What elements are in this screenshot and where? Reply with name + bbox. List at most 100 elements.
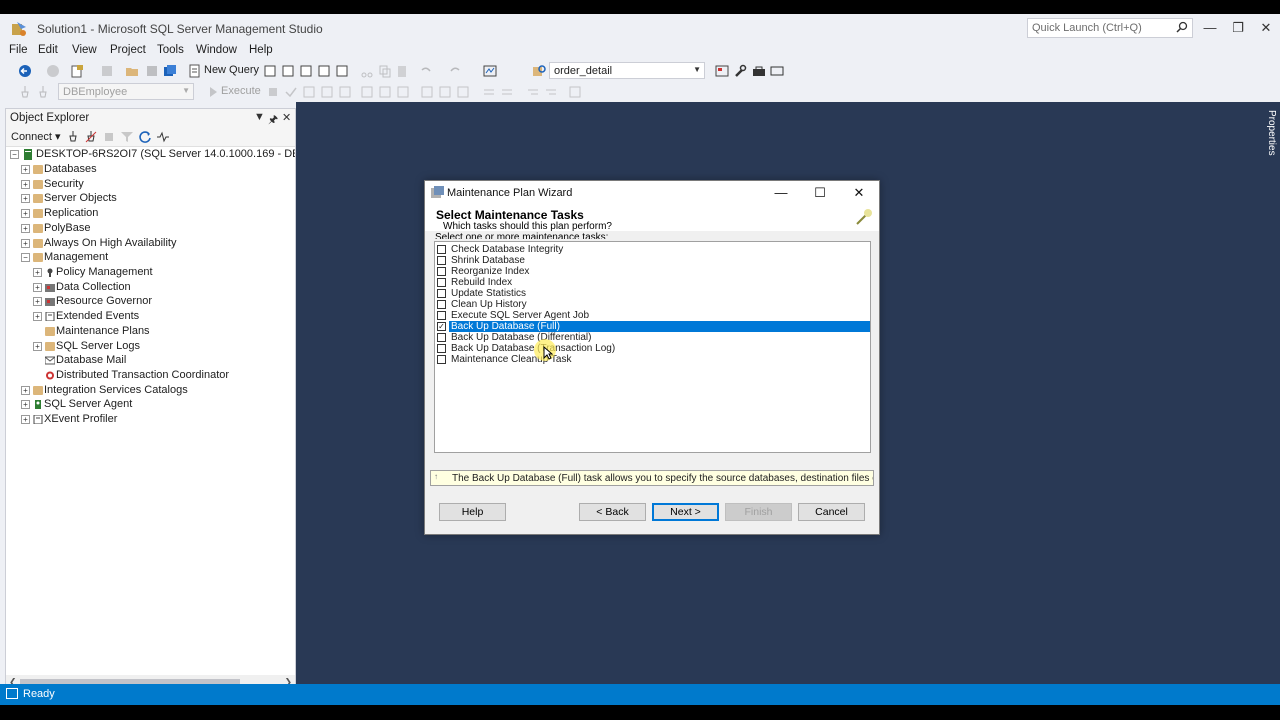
expand-icon[interactable]: +: [33, 283, 42, 292]
results-to-grid-icon[interactable]: [438, 85, 452, 99]
panel-menu-icon[interactable]: ▼: [254, 111, 265, 123]
cut-icon[interactable]: [360, 64, 374, 78]
help-button[interactable]: Help: [439, 503, 506, 521]
task-checkbox[interactable]: [437, 289, 446, 298]
task-item[interactable]: Maintenance Cleanup Task: [435, 354, 870, 365]
available-databases-combo[interactable]: DBEmployee ▼: [58, 83, 194, 100]
dialog-minimize-button[interactable]: —: [771, 184, 791, 202]
expand-icon[interactable]: +: [21, 224, 30, 233]
quick-launch-input[interactable]: Quick Launch (Ctrl+Q): [1027, 18, 1193, 38]
dmx-query-icon[interactable]: [299, 64, 313, 78]
expand-icon[interactable]: +: [33, 342, 42, 351]
task-item[interactable]: Back Up Database (Transaction Log): [435, 343, 870, 354]
save-all-icon[interactable]: [163, 64, 177, 78]
results-to-file-icon[interactable]: [456, 85, 470, 99]
expand-icon[interactable]: +: [21, 239, 30, 248]
expand-icon[interactable]: +: [21, 415, 30, 424]
back-icon[interactable]: [18, 64, 32, 78]
database-engine-query-icon[interactable]: [263, 64, 277, 78]
activity-monitor-icon[interactable]: [483, 64, 497, 78]
task-item[interactable]: Update Statistics: [435, 288, 870, 299]
task-item[interactable]: Rebuild Index: [435, 277, 870, 288]
task-item[interactable]: Shrink Database: [435, 255, 870, 266]
menu-edit[interactable]: Edit: [38, 44, 58, 56]
task-checkbox[interactable]: [437, 344, 446, 353]
new-query-button[interactable]: New Query: [204, 64, 259, 76]
expand-icon[interactable]: +: [21, 194, 30, 203]
live-stats-icon[interactable]: [378, 85, 392, 99]
dialog-maximize-button[interactable]: ☐: [810, 184, 830, 202]
results-to-text-icon[interactable]: [420, 85, 434, 99]
collapse-icon[interactable]: −: [21, 253, 30, 262]
solution-configuration-combo[interactable]: order_detail ▼: [549, 62, 705, 79]
task-item[interactable]: ✓ Back Up Database (Full): [435, 321, 870, 332]
task-checkbox[interactable]: [437, 245, 446, 254]
close-button[interactable]: ✕: [1256, 19, 1276, 37]
uncomment-icon[interactable]: [500, 85, 514, 99]
refresh-icon[interactable]: [138, 130, 152, 144]
task-item[interactable]: Execute SQL Server Agent Job: [435, 310, 870, 321]
maintenance-task-list[interactable]: Check Database Integrity Shrink Database R…: [434, 241, 871, 453]
expand-icon[interactable]: +: [21, 180, 30, 189]
comment-icon[interactable]: [482, 85, 496, 99]
copy-icon[interactable]: [378, 64, 392, 78]
minimize-button[interactable]: —: [1200, 19, 1220, 37]
expand-icon[interactable]: +: [33, 312, 42, 321]
xmla-query-icon[interactable]: [317, 64, 331, 78]
task-checkbox[interactable]: ✓: [437, 322, 446, 331]
collapse-arrow-icon[interactable]: ↑: [434, 472, 438, 481]
menu-tools[interactable]: Tools: [157, 44, 184, 56]
dax-query-icon[interactable]: [335, 64, 349, 78]
menu-window[interactable]: Window: [196, 44, 237, 56]
paste-icon[interactable]: [395, 64, 409, 78]
include-plan-icon[interactable]: [360, 85, 374, 99]
registered-servers-icon[interactable]: [715, 64, 729, 78]
task-checkbox[interactable]: [437, 300, 446, 309]
expand-icon[interactable]: +: [33, 268, 42, 277]
menu-project[interactable]: Project: [110, 44, 146, 56]
connect-object-icon[interactable]: [66, 130, 80, 144]
close-icon[interactable]: ✕: [282, 111, 291, 124]
expand-icon[interactable]: +: [21, 400, 30, 409]
task-item[interactable]: Back Up Database (Differential): [435, 332, 870, 343]
client-stats-icon[interactable]: [396, 85, 410, 99]
stop-icon[interactable]: [102, 130, 116, 144]
display-plan-icon[interactable]: [302, 85, 316, 99]
forward-icon[interactable]: [46, 64, 60, 78]
save-icon[interactable]: [145, 64, 159, 78]
task-checkbox[interactable]: [437, 355, 446, 364]
task-checkbox[interactable]: [437, 333, 446, 342]
activity-monitor-icon[interactable]: [156, 130, 170, 144]
menu-file[interactable]: File: [9, 44, 28, 56]
restore-button[interactable]: ❐: [1228, 19, 1248, 37]
redo-icon[interactable]: [448, 64, 462, 78]
finish-button[interactable]: Finish: [725, 503, 792, 521]
toolbox-icon[interactable]: [752, 64, 766, 78]
query-designer-icon[interactable]: [320, 85, 334, 99]
disconnect-icon[interactable]: [84, 130, 98, 144]
specify-values-icon[interactable]: [568, 85, 582, 99]
properties-tab[interactable]: Properties: [1262, 108, 1280, 158]
collapse-icon[interactable]: −: [10, 150, 19, 159]
task-checkbox[interactable]: [437, 267, 446, 276]
expand-icon[interactable]: +: [33, 297, 42, 306]
cancel-query-icon[interactable]: [266, 85, 280, 99]
task-checkbox[interactable]: [437, 278, 446, 287]
menu-help[interactable]: Help: [249, 44, 273, 56]
add-item-icon[interactable]: [100, 64, 114, 78]
task-checkbox[interactable]: [437, 311, 446, 320]
expand-icon[interactable]: +: [21, 165, 30, 174]
mdx-query-icon[interactable]: [281, 64, 295, 78]
task-item[interactable]: Check Database Integrity: [435, 244, 870, 255]
connect-button[interactable]: Connect ▾: [11, 130, 61, 143]
menu-view[interactable]: View: [72, 44, 97, 56]
window-layout-icon[interactable]: [770, 64, 784, 78]
next-button[interactable]: Next >: [652, 503, 719, 521]
decrease-indent-icon[interactable]: [526, 85, 540, 99]
expand-icon[interactable]: +: [21, 209, 30, 218]
back-button[interactable]: < Back: [579, 503, 646, 521]
undo-icon[interactable]: [419, 64, 433, 78]
connect-icon[interactable]: [18, 85, 32, 99]
wrench-icon[interactable]: [733, 64, 747, 78]
open-file-icon[interactable]: [125, 64, 139, 78]
